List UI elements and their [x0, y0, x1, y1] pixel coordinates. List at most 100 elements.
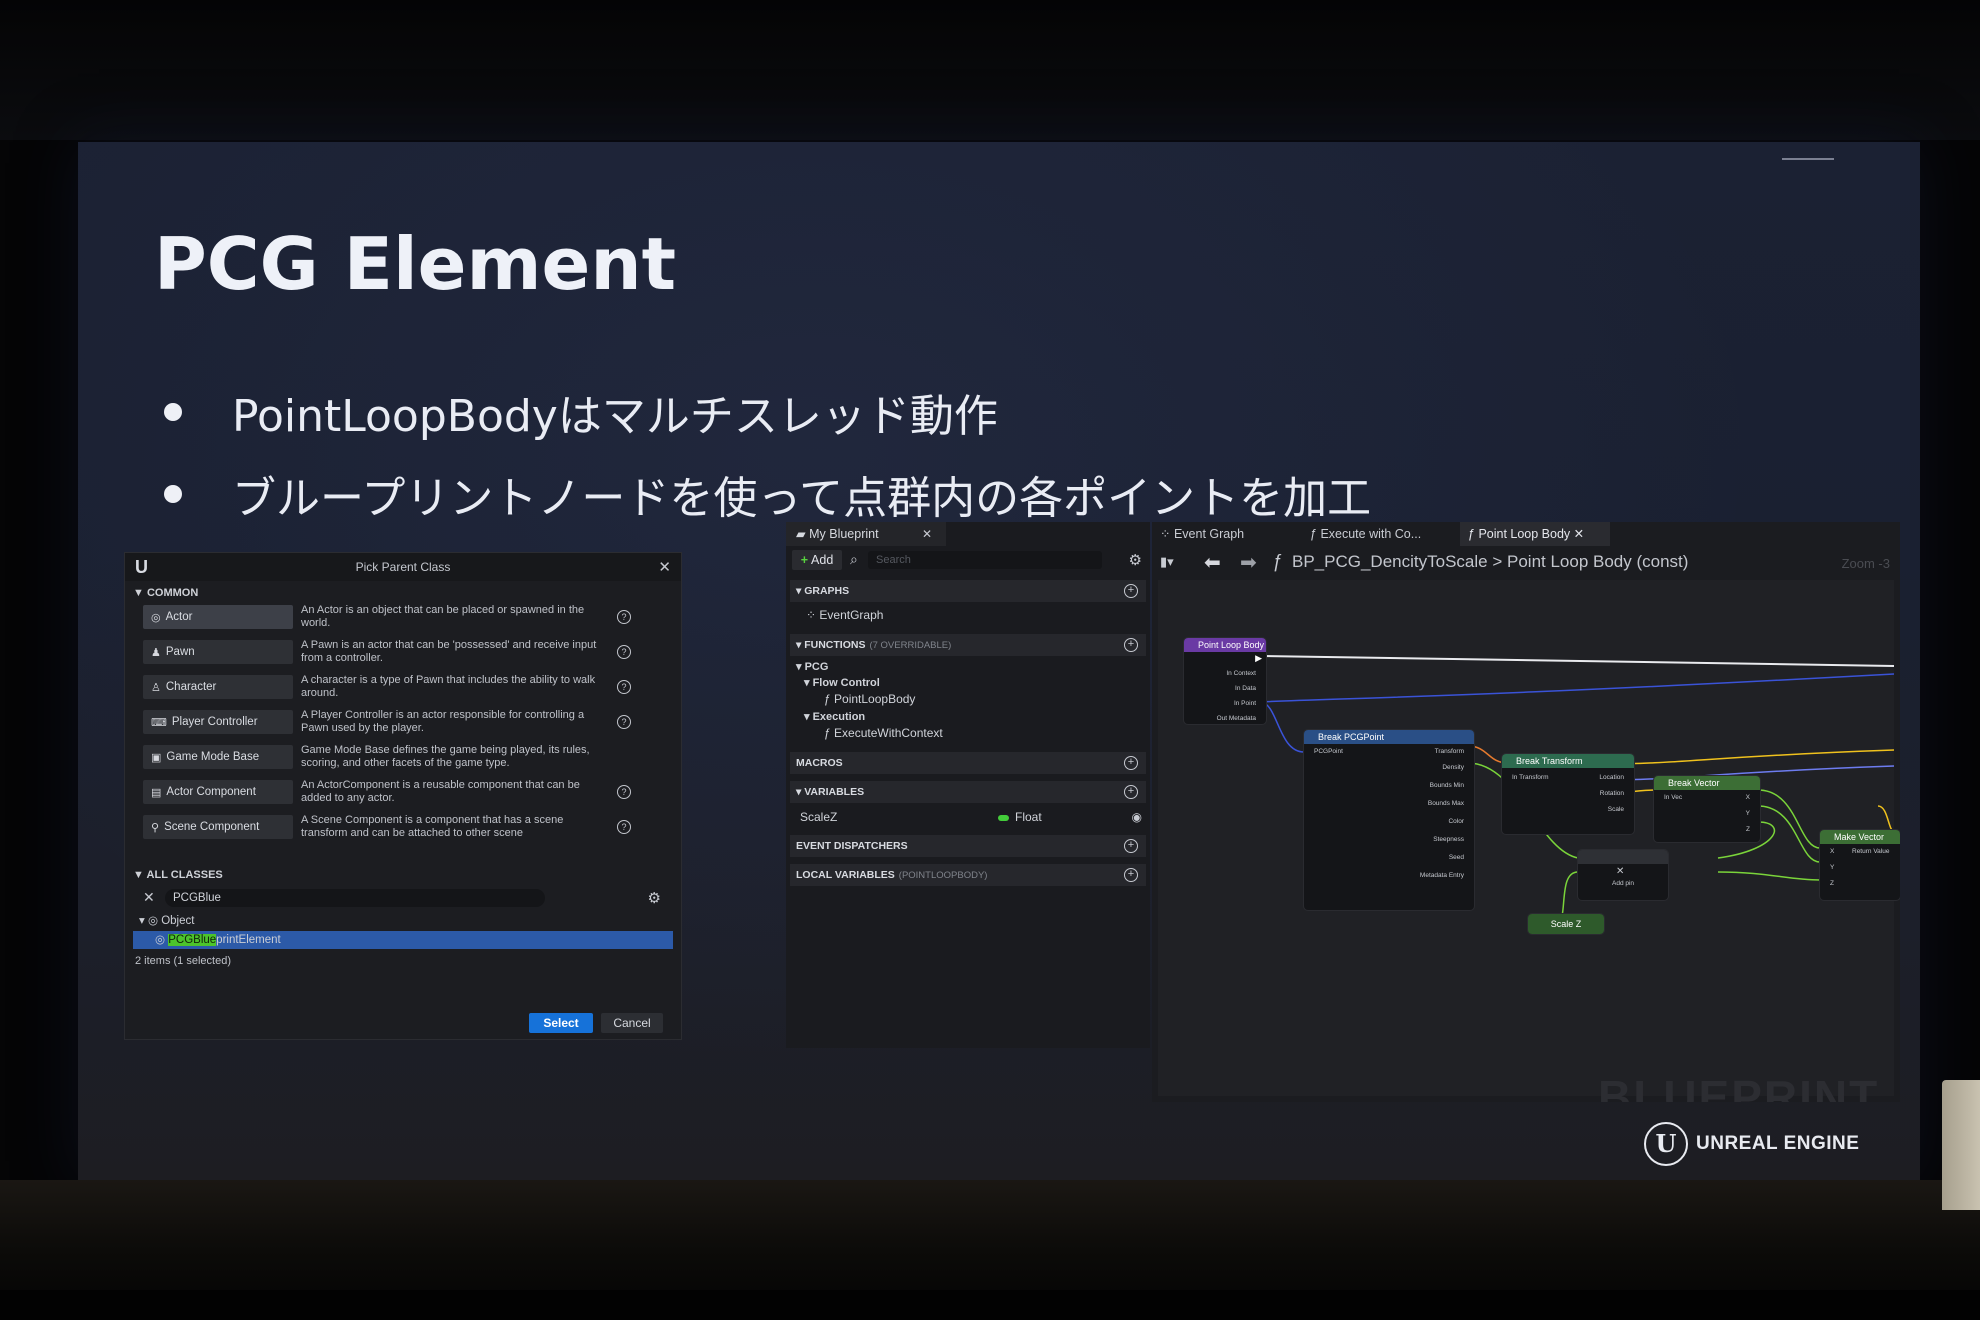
pin-metadata-entry[interactable]: Metadata Entry [1420, 872, 1464, 879]
pin-in-context[interactable]: In Context [1226, 670, 1256, 677]
help-icon[interactable]: ? [617, 680, 631, 694]
pin-x[interactable]: X [1830, 848, 1834, 855]
breadcrumb-asset[interactable]: BP_PCG_DencityToScale [1292, 552, 1488, 571]
pin-transform[interactable]: Transform [1435, 748, 1464, 755]
bullet-dot [164, 403, 182, 421]
character-class-button[interactable]: ♙ Character [143, 675, 293, 699]
pin-z[interactable]: Z [1830, 880, 1834, 887]
blueprint-search-input[interactable]: Search [868, 551, 1102, 569]
item-flow-control[interactable]: ▾ Flow Control [804, 676, 880, 689]
category-local-variables[interactable]: LOCAL VARIABLES (POINTLOOPBODY) + [790, 864, 1146, 886]
player-controller-class-button[interactable]: ⌨ Player Controller [143, 710, 293, 734]
exec-pin-icon[interactable]: ▶ [1255, 653, 1262, 664]
gear-icon[interactable]: ⚙ [1129, 551, 1142, 569]
item-pcg-category[interactable]: ▾ PCG [796, 660, 828, 673]
variable-type-float[interactable]: Float [998, 810, 1042, 824]
bookmark-icon[interactable]: ▮▾ [1160, 554, 1174, 570]
help-icon[interactable]: ? [617, 820, 631, 834]
graph-canvas[interactable]: Point Loop Body ▶ In Context In Data In … [1158, 580, 1900, 1102]
pin-return-value[interactable]: Return Value [1852, 848, 1889, 855]
item-event-graph[interactable]: ⁘ EventGraph [806, 608, 883, 622]
pin-bounds-max[interactable]: Bounds Max [1428, 800, 1464, 807]
node-break-vector[interactable]: Break Vector In Vec X Y Z [1654, 776, 1760, 842]
tab-point-loop-body[interactable]: ƒ Point Loop Body ✕ [1460, 522, 1610, 546]
pin-z[interactable]: Z [1746, 826, 1750, 833]
unreal-logo-icon: U [1644, 1122, 1688, 1166]
pin-location[interactable]: Location [1599, 774, 1624, 781]
help-icon[interactable]: ? [617, 785, 631, 799]
pin-pcgpoint[interactable]: PCGPoint [1314, 748, 1343, 755]
add-dispatcher-icon[interactable]: + [1124, 839, 1138, 853]
category-functions[interactable]: ▾ FUNCTIONS (7 OVERRIDABLE) + [790, 634, 1146, 656]
pin-seed[interactable]: Seed [1449, 854, 1464, 861]
node-break-transform[interactable]: Break Transform In Transform Location Ro… [1502, 754, 1634, 834]
pin-rotation[interactable]: Rotation [1600, 790, 1624, 797]
help-icon[interactable]: ? [617, 715, 631, 729]
section-common[interactable]: ▼ COMMON [133, 587, 198, 599]
add-function-icon[interactable]: + [1124, 638, 1138, 652]
item-execute-with-context[interactable]: ƒ ExecuteWithContext [824, 726, 943, 740]
function-icon: ƒ [1272, 551, 1283, 571]
item-execution[interactable]: ▾ Execution [804, 710, 865, 723]
node-multiply[interactable]: ✕ Add pin [1578, 850, 1668, 900]
item-point-loop-body[interactable]: ƒ PointLoopBody [824, 692, 915, 706]
category-variables[interactable]: ▾ VARIABLES + [790, 781, 1146, 803]
pin-in-transform[interactable]: In Transform [1512, 774, 1548, 781]
scene-component-class-button[interactable]: ⚲ Scene Component [143, 815, 293, 839]
section-all-classes[interactable]: ▼ ALL CLASSES [133, 869, 223, 881]
pin-x[interactable]: X [1746, 794, 1750, 801]
pin-bounds-min[interactable]: Bounds Min [1430, 782, 1464, 789]
eye-icon[interactable]: ◉ [1132, 810, 1142, 824]
tab-my-blueprint[interactable]: ▰ My Blueprint ✕ [786, 522, 946, 546]
add-pin-button[interactable]: Add pin [1612, 880, 1634, 887]
back-arrow-icon[interactable]: ⬅ [1204, 550, 1221, 575]
close-tab-icon[interactable]: ✕ [922, 522, 932, 546]
gamepad-icon: ⌨ [151, 716, 167, 729]
slide-title: PCG Element [154, 222, 676, 306]
node-break-pcgpoint[interactable]: Break PCGPoint PCGPoint Transform Densit… [1304, 730, 1474, 910]
node-make-vector[interactable]: Make Vector X Y Z Return Value [1820, 830, 1900, 900]
tab-execute-with-context[interactable]: ƒ Execute with Co... [1302, 522, 1454, 546]
pin-out-metadata[interactable]: Out Metadata [1217, 715, 1256, 722]
pin-y[interactable]: Y [1746, 810, 1750, 817]
pin-steepness[interactable]: Steepness [1433, 836, 1464, 843]
add-variable-icon[interactable]: + [1124, 785, 1138, 799]
pin-color[interactable]: Color [1448, 818, 1464, 825]
close-icon[interactable]: ✕ [658, 558, 671, 576]
category-graphs[interactable]: ▾ GRAPHS + [790, 580, 1146, 602]
cancel-button[interactable]: Cancel [601, 1013, 663, 1033]
pin-y[interactable]: Y [1830, 864, 1834, 871]
add-macro-icon[interactable]: + [1124, 756, 1138, 770]
close-tab-icon[interactable]: ✕ [1570, 527, 1584, 541]
clear-search-icon[interactable]: ✕ [143, 889, 155, 906]
pin-scale[interactable]: Scale [1608, 806, 1624, 813]
pin-in-vec[interactable]: In Vec [1664, 794, 1682, 801]
node-scale-z-variable[interactable]: Scale Z [1528, 914, 1604, 934]
gear-icon[interactable]: ⚙ [648, 889, 661, 907]
category-event-dispatchers[interactable]: EVENT DISPATCHERS + [790, 835, 1146, 857]
tab-event-graph[interactable]: ⁘ Event Graph [1152, 522, 1302, 546]
game-mode-base-class-button[interactable]: ▣ Game Mode Base [143, 745, 293, 769]
add-graph-icon[interactable]: + [1124, 584, 1138, 598]
tree-item-pcg-blueprint-element[interactable]: ◎ PCGBlueprintElement [155, 931, 281, 949]
tree-item-object[interactable]: ▾ ◎ Object [139, 912, 194, 930]
node-title: Break Vector [1654, 776, 1760, 790]
pin-in-data[interactable]: In Data [1235, 685, 1256, 692]
class-description: An Actor is an object that can be placed… [301, 604, 585, 629]
help-icon[interactable]: ? [617, 610, 631, 624]
bullet-text: PointLoopBodyはマルチスレッド動作 [232, 391, 998, 442]
help-icon[interactable]: ? [617, 645, 631, 659]
node-point-loop-body-entry[interactable]: Point Loop Body ▶ In Context In Data In … [1184, 638, 1266, 724]
actor-class-button[interactable]: ◎ Actor [143, 605, 293, 629]
pin-density[interactable]: Density [1442, 764, 1464, 771]
add-local-variable-icon[interactable]: + [1124, 868, 1138, 882]
pawn-class-button[interactable]: ♟ Pawn [143, 640, 293, 664]
select-button[interactable]: Select [529, 1013, 593, 1033]
variable-scalez[interactable]: ScaleZ [800, 810, 837, 824]
actor-component-class-button[interactable]: ▤ Actor Component [143, 780, 293, 804]
forward-arrow-icon[interactable]: ➡ [1240, 550, 1257, 575]
add-button[interactable]: + Add [792, 550, 842, 570]
class-search-input[interactable]: PCGBlue [165, 889, 545, 907]
category-macros[interactable]: MACROS + [790, 752, 1146, 774]
pin-in-point[interactable]: In Point [1234, 700, 1256, 707]
